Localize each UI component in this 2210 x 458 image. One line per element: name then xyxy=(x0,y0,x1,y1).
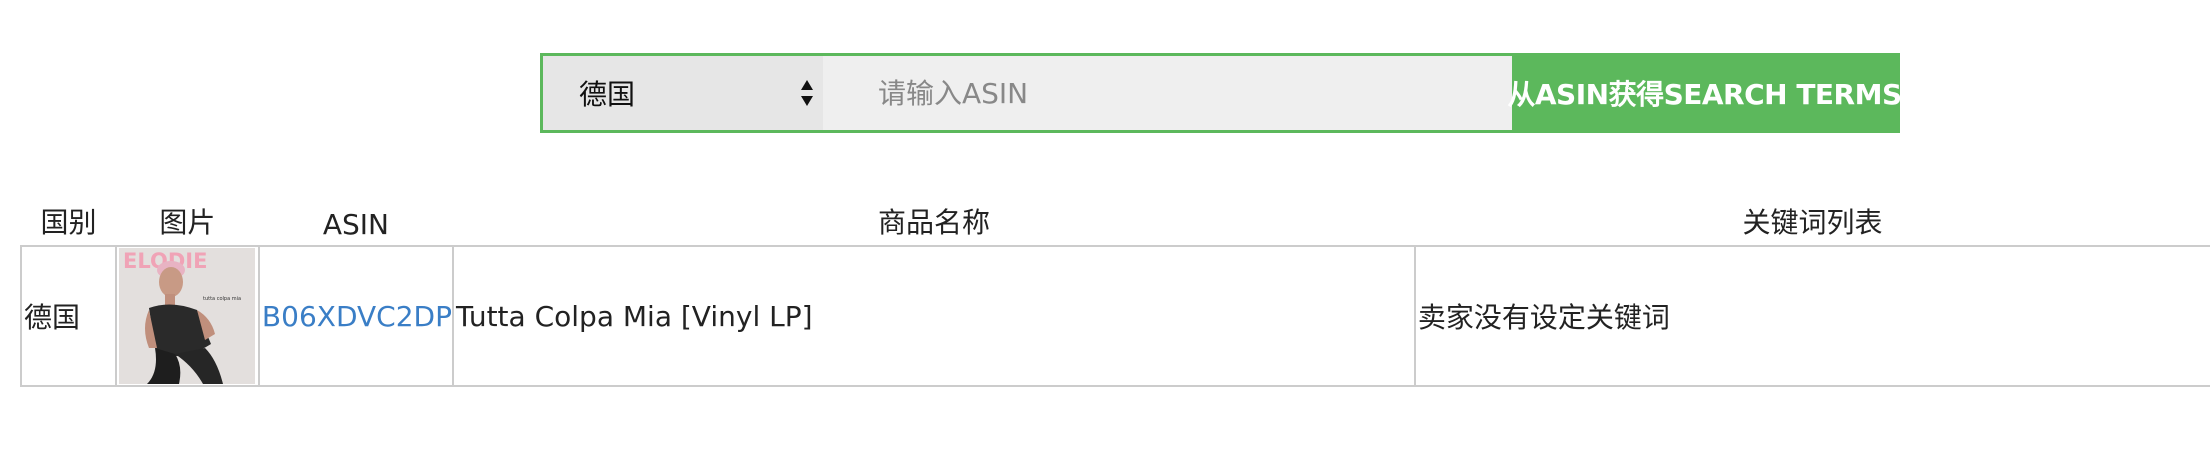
page: 德国 从ASIN获得SEARCH TERMS 国别 图片 ASIN 商品名称 关… xyxy=(0,0,2210,458)
header-asin: ASIN xyxy=(322,208,390,241)
cell-image: ELODIE tutta colpa mia xyxy=(114,245,260,387)
asin-link[interactable]: B06XDVC2DP xyxy=(260,300,452,333)
header-image: 图片 xyxy=(159,206,216,239)
table-row: 德国 ELODIE tutta colpa mia B06XDVC2DP Tut… xyxy=(20,245,2210,387)
header-name: 商品名称 xyxy=(877,206,990,239)
header-country: 国别 xyxy=(40,206,97,239)
country-select-value: 德国 xyxy=(579,78,636,111)
get-search-terms-button[interactable]: 从ASIN获得SEARCH TERMS xyxy=(1507,56,1902,130)
results-table: 国别 图片 ASIN 商品名称 关键词列表 德国 ELODIE tutta co… xyxy=(20,196,2210,387)
up-down-arrows-icon xyxy=(801,80,813,106)
cell-country: 德国 xyxy=(20,245,117,387)
table-header-row: 国别 图片 ASIN 商品名称 关键词列表 xyxy=(21,196,2210,246)
country-select[interactable]: 德国 xyxy=(543,56,823,130)
album-cover-image: ELODIE tutta colpa mia xyxy=(119,248,256,384)
asin-input[interactable] xyxy=(823,56,1512,130)
asin-search-form: 德国 从ASIN获得SEARCH TERMS xyxy=(540,53,1902,133)
cell-product-name: Tutta Colpa Mia [Vinyl LP] xyxy=(451,245,1416,387)
cell-keywords: 卖家没有设定关键词 xyxy=(1413,245,2210,387)
cell-asin: B06XDVC2DP xyxy=(257,245,454,387)
header-keywords: 关键词列表 xyxy=(1742,206,1883,239)
cover-subtitle: tutta colpa mia xyxy=(203,296,241,302)
